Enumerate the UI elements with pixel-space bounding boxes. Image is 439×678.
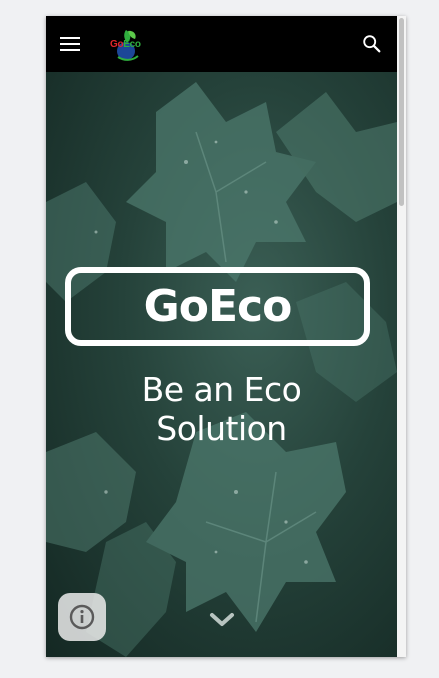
info-icon xyxy=(69,604,95,630)
hero-banner: GoEco Be an Eco Solution xyxy=(46,72,397,657)
leaves-background-image xyxy=(46,82,397,657)
phone-frame: GoEco GoEco Be an Eco Solution xyxy=(46,16,406,657)
chevron-down-icon[interactable] xyxy=(209,610,235,630)
scrollbar-thumb[interactable] xyxy=(399,18,404,206)
scrollbar[interactable] xyxy=(397,16,406,657)
tagline-line-2: Solution xyxy=(156,409,287,448)
tagline-line-1: Be an Eco xyxy=(141,370,302,409)
logo-text: GoEco xyxy=(110,39,141,50)
brand-title: GoEco xyxy=(143,281,293,332)
menu-icon[interactable] xyxy=(60,33,80,55)
logo-text-eco: Eco xyxy=(123,39,141,50)
app-logo[interactable]: GoEco xyxy=(108,27,148,63)
tagline: Be an Eco Solution xyxy=(46,370,397,448)
info-button[interactable] xyxy=(58,593,106,641)
search-icon[interactable] xyxy=(361,33,383,55)
app-bar: GoEco xyxy=(46,16,397,72)
brand-title-box: GoEco xyxy=(65,267,370,346)
logo-text-go: Go xyxy=(110,39,124,50)
